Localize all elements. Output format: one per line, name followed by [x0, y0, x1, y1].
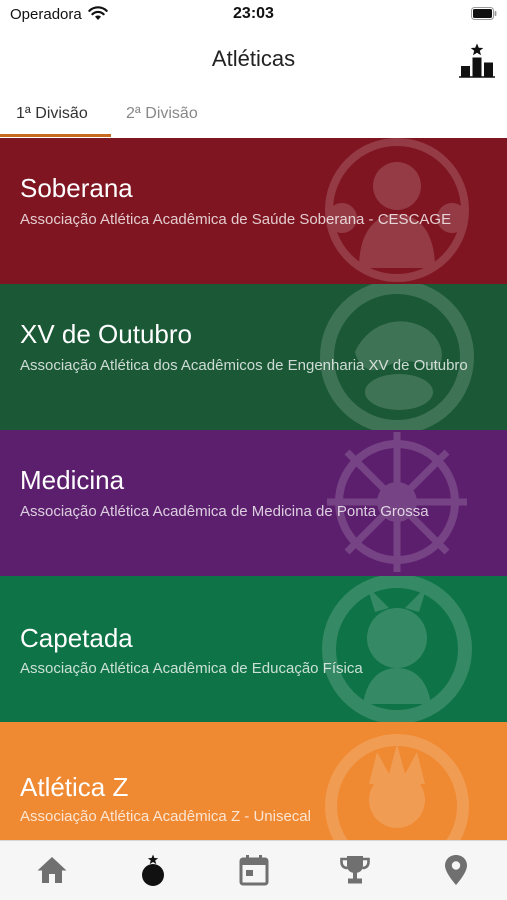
active-tab-indicator	[0, 134, 111, 137]
athletic-description: Associação Atlética Acadêmica Z - Unisec…	[20, 808, 311, 825]
capetada-mascot-logo	[322, 576, 472, 722]
athletic-name: XV de Outubro	[20, 319, 192, 349]
athletic-card-xv-de-outubro[interactable]: XV de Outubro Associação Atlética dos Ac…	[0, 284, 507, 430]
athletic-name: Soberana	[20, 173, 133, 203]
home-icon[interactable]	[35, 853, 69, 887]
athletics-list: Soberana Associação Atlética Acadêmica d…	[0, 138, 507, 840]
athletic-name: Capetada	[20, 623, 133, 653]
calendar-icon[interactable]	[237, 853, 271, 887]
ranking-podium-icon[interactable]	[459, 42, 495, 78]
division-tabs: 1ª Divisão 2ª Divisão	[0, 96, 507, 138]
battery-icon	[471, 7, 497, 20]
tab-first-division[interactable]: 1ª Divisão	[16, 105, 88, 123]
athletic-name: Medicina	[20, 465, 125, 495]
athletic-card-medicina[interactable]: Medicina Associação Atlética Acadêmica d…	[0, 430, 507, 576]
athletic-description: Associação Atlética Acadêmica de Educaçã…	[20, 660, 363, 677]
status-bar: Operadora 23:03	[0, 0, 507, 30]
trophy-icon[interactable]	[338, 853, 372, 887]
athletic-description: Associação Atlética Acadêmica de Saúde S…	[20, 211, 452, 228]
bottom-tab-bar	[0, 840, 507, 900]
status-time: 23:03	[233, 5, 274, 22]
page-title: Atléticas	[211, 46, 296, 71]
athletics-icon[interactable]	[136, 853, 170, 887]
athletic-card-soberana[interactable]: Soberana Associação Atlética Acadêmica d…	[0, 138, 507, 284]
athletic-description: Associação Atlética Acadêmica de Medicin…	[20, 503, 429, 520]
athletic-name: Atlética Z	[20, 772, 129, 802]
athletic-card-capetada[interactable]: Capetada Associação Atlética Acadêmica d…	[0, 576, 507, 722]
tab-second-division[interactable]: 2ª Divisão	[126, 105, 198, 123]
athletic-description: Associação Atlética dos Acadêmicos de En…	[20, 357, 468, 374]
athletic-card-atletica-z[interactable]: Atlética Z Associação Atlética Acadêmica…	[0, 722, 507, 840]
location-pin-icon[interactable]	[439, 853, 473, 887]
